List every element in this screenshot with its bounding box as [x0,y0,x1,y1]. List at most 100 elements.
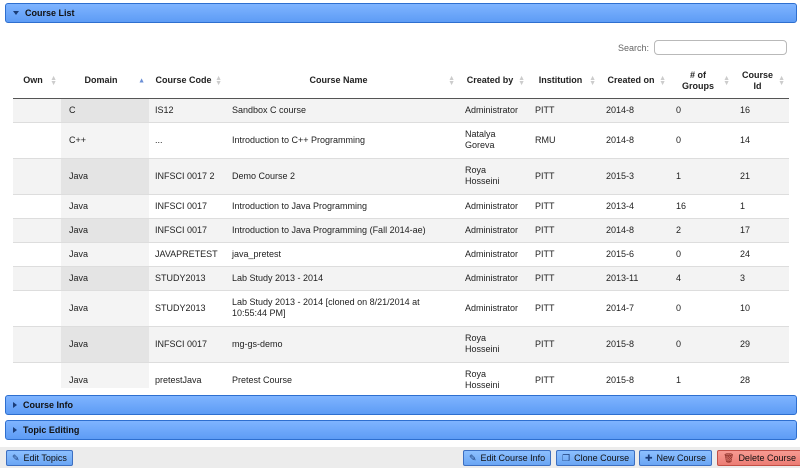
table-row[interactable]: Java INFSCI 0017 Introduction to Java Prog… [13,217,789,242]
cell-course-name: Lab Study 2013 - 2014 [cloned on 8/21/20… [226,289,459,326]
column-header-course-name[interactable]: Course Name ▲ ▼ [226,64,459,99]
cell-num-groups: 0 [670,121,734,158]
cell-domain: Java [61,265,149,290]
cell-num-groups: 2 [670,217,734,242]
column-header-created-by[interactable]: Created by ▲ ▼ [459,64,529,99]
cell-created-by: Administrator [459,289,529,326]
cell-domain: Java [61,217,149,242]
table-row[interactable]: C++... Introduction to C++ Programming Nat… [13,121,789,158]
cell-course-code: STUDY2013 [149,265,226,290]
cell-created-by: Administrator [459,193,529,218]
column-header-domain[interactable]: Domain ▲ [61,64,149,99]
table-row[interactable]: Java pretestJava Pretest Course Roya Hossei… [13,361,789,388]
cell-course-id: 29 [734,325,789,362]
search-input[interactable] [654,40,787,55]
search-label: Search: [617,42,649,53]
clone-course-button[interactable]: ❐ Clone Course [556,450,636,466]
sort-icon: ▲ ▼ [778,74,785,87]
course-info-header[interactable]: Course Info [5,395,797,415]
expand-triangle-icon [13,402,17,408]
table-row[interactable]: Java INFSCI 0017 2 Demo Course 2 Roya Hosse… [13,157,789,194]
cell-created-on: 2014-8 [600,217,670,242]
cell-created-by: Roya Hosseini [459,325,529,362]
sort-icon: ▲ ▼ [589,74,596,87]
table-row[interactable]: C IS12 Sandbox C course Administrator PITT 20… [13,97,789,122]
edit-topics-button[interactable]: ✎ Edit Topics [6,450,73,466]
cell-own [13,217,61,242]
cell-created-on: 2015-8 [600,325,670,362]
cell-course-code: INFSCI 0017 [149,325,226,362]
column-header-label: Own [23,75,43,86]
copy-icon: ❐ [562,452,571,463]
cell-own [13,157,61,194]
delete-course-button[interactable]: 🗑 Delete Course [717,450,800,466]
cell-created-by: Administrator [459,265,529,290]
table-row[interactable]: Java JAVAPRETEST java_pretest Administrator… [13,241,789,266]
table-row[interactable]: Java STUDY2013 Lab Study 2013 - 2014 Admini… [13,265,789,290]
cell-course-name: Introduction to Java Programming [226,193,459,218]
column-header-own[interactable]: Own ▲ ▼ [13,64,61,99]
cell-course-name: mg-gs-demo [226,325,459,362]
sort-icon: ▲ ▼ [215,74,222,87]
topic-editing-title: Topic Editing [23,425,80,435]
table-row[interactable]: Java STUDY2013 Lab Study 2013 - 2014 [clon… [13,289,789,326]
sort-icon: ▲ ▼ [448,74,455,87]
column-header-label: Created on [607,75,655,86]
cell-course-id: 24 [734,241,789,266]
cell-num-groups: 0 [670,325,734,362]
table-header-row: Own ▲ ▼ Domain ▲ Course Code ▲ ▼ Course Name ▲ ▼ Cr… [13,64,789,99]
cell-created-on: 2013-11 [600,265,670,290]
sort-ascending-icon: ▲ [138,77,145,85]
table-row[interactable]: Java INFSCI 0017 Introduction to Java Prog… [13,193,789,218]
cell-created-on: 2015-3 [600,157,670,194]
pencil-icon: ✎ [12,452,20,463]
cell-domain: Java [61,193,149,218]
cell-own [13,361,61,388]
course-list-header[interactable]: Course List [5,3,797,23]
cell-course-id: 10 [734,289,789,326]
cell-institution: PITT [529,325,600,362]
table-row[interactable]: Java INFSCI 0017 mg-gs-demo Roya Hosseini PI… [13,325,789,362]
column-header-label: Created by [466,75,514,86]
edit-topics-label: Edit Topics [23,453,67,463]
topic-editing-header[interactable]: Topic Editing [5,420,797,440]
cell-domain: C++ [61,121,149,158]
cell-created-by: Roya Hosseini [459,157,529,194]
cell-course-name: Introduction to Java Programming (Fall 2… [226,217,459,242]
cell-own [13,193,61,218]
column-header-label: Course Name [309,75,368,86]
cell-num-groups: 0 [670,241,734,266]
cell-course-code: STUDY2013 [149,289,226,326]
cell-course-id: 21 [734,157,789,194]
column-header-course-code[interactable]: Course Code ▲ ▼ [149,64,226,99]
column-header-institution[interactable]: Institution ▲ ▼ [529,64,600,99]
cell-institution: PITT [529,193,600,218]
cell-course-code: INFSCI 0017 [149,193,226,218]
column-header-created-on[interactable]: Created on ▲ ▼ [600,64,670,99]
column-header-label: Institution [538,75,583,86]
cell-num-groups: 0 [670,289,734,326]
column-header-label: Course Code [155,75,212,86]
cell-course-id: 28 [734,361,789,388]
course-list-panel: Search: Own ▲ ▼ Domain ▲ Course Code ▲ ▼ Course … [5,24,797,388]
cell-course-name: Introduction to C++ Programming [226,121,459,158]
cell-course-id: 14 [734,121,789,158]
column-header-num-groups[interactable]: # of Groups ▲ ▼ [670,64,734,99]
cell-own [13,97,61,122]
edit-course-info-button[interactable]: ✎ Edit Course Info [463,450,552,466]
column-header-course-id[interactable]: Course Id ▲ ▼ [734,64,789,99]
new-course-button[interactable]: ✚ New Course [639,450,713,466]
delete-course-label: Delete Course [738,453,796,463]
cell-course-id: 3 [734,265,789,290]
cell-institution: PITT [529,241,600,266]
cell-domain: Java [61,325,149,362]
cell-domain: C [61,97,149,122]
search-bar: Search: [618,40,787,55]
cell-own [13,241,61,266]
column-header-label: Domain [84,75,118,86]
cell-domain: Java [61,157,149,194]
cell-created-on: 2014-8 [600,97,670,122]
cell-num-groups: 16 [670,193,734,218]
cell-own [13,325,61,362]
cell-created-by: Administrator [459,217,529,242]
